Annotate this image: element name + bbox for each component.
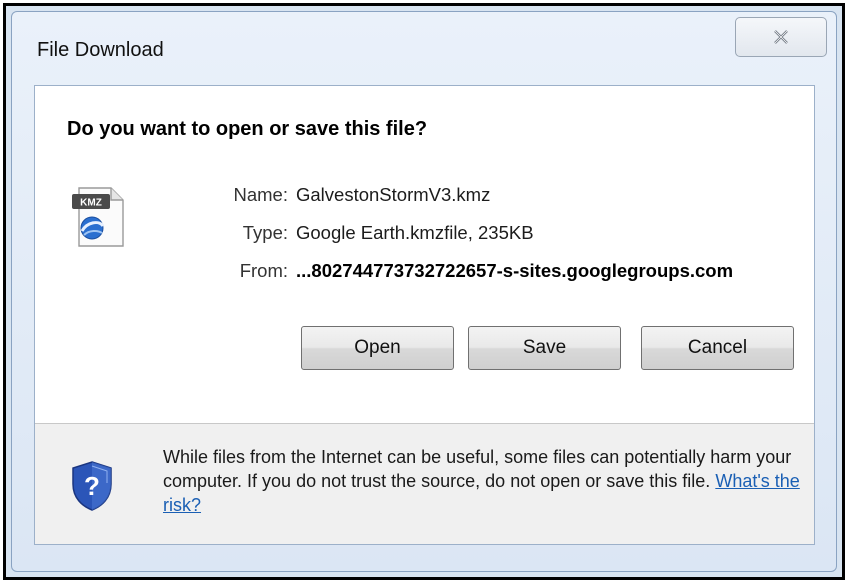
security-warning-panel: ? While files from the Internet can be u…	[35, 424, 814, 544]
file-download-dialog: File Download Do you want to open or sav…	[11, 11, 837, 572]
file-from-row: From: ...802744773732722657-s-sites.goog…	[195, 252, 733, 290]
cancel-button[interactable]: Cancel	[641, 326, 794, 370]
from-label: From:	[239, 260, 288, 281]
warning-text: While files from the Internet can be use…	[163, 447, 792, 491]
svg-text:?: ?	[84, 471, 100, 501]
title-bar: File Download	[12, 12, 836, 72]
name-label: Name:	[233, 184, 289, 205]
file-type-value: Google Earth.kmzfile, 235KB	[296, 222, 534, 243]
file-info: Name: GalvestonStormV3.kmz Type: Google …	[195, 176, 734, 290]
dialog-content: Do you want to open or save this file? K…	[34, 85, 815, 545]
close-icon	[774, 30, 788, 44]
kmz-file-icon: KMZ	[72, 187, 124, 247]
file-from-value: ...802744773732722657-s-sites.googlegrou…	[296, 260, 734, 281]
dialog-title: File Download	[37, 39, 164, 61]
close-button[interactable]	[735, 17, 827, 57]
kmz-label: KMZ	[80, 198, 102, 209]
shield-question-icon: ?	[72, 461, 112, 511]
save-button[interactable]: Save	[468, 326, 621, 370]
file-name-value: GalvestonStormV3.kmz	[296, 184, 491, 205]
security-warning: While files from the Internet can be use…	[163, 445, 803, 517]
dialog-question: Do you want to open or save this file?	[67, 118, 428, 140]
screenshot-frame: File Download Do you want to open or sav…	[3, 3, 845, 580]
file-type-row: Type: Google Earth.kmzfile, 235KB	[195, 214, 733, 252]
file-name-row: Name: GalvestonStormV3.kmz	[195, 176, 733, 214]
type-label: Type:	[242, 222, 288, 243]
open-button[interactable]: Open	[301, 326, 454, 370]
